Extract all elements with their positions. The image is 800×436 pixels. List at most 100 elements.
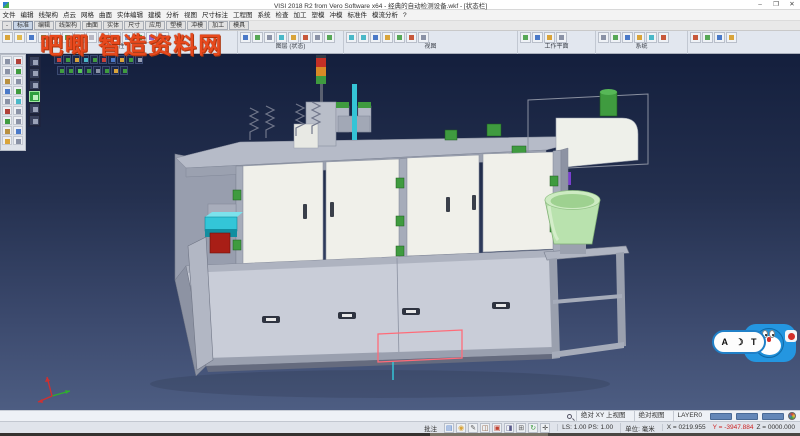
toolbar-tab[interactable]: 标准 bbox=[13, 21, 33, 30]
menu-item[interactable]: 分析 bbox=[164, 10, 182, 21]
layer-new-icon[interactable] bbox=[300, 32, 311, 43]
layer-off-icon[interactable] bbox=[264, 32, 275, 43]
refresh-icon[interactable]: ↻ bbox=[528, 423, 538, 433]
toolbar-tab[interactable]: 冲模 bbox=[187, 21, 207, 30]
view-front-icon[interactable] bbox=[370, 32, 381, 43]
paste-icon[interactable] bbox=[98, 32, 109, 43]
import-icon[interactable] bbox=[38, 32, 49, 43]
toolbar-tab[interactable]: 编辑 bbox=[34, 21, 54, 30]
ime-toolbar[interactable]: A ☽ T bbox=[712, 322, 798, 366]
menu-item[interactable]: 冲模 bbox=[327, 10, 345, 21]
workplane-align-icon[interactable] bbox=[544, 32, 555, 43]
truck-icon[interactable]: ▣ bbox=[492, 423, 502, 433]
toolbar-tab[interactable]: - bbox=[2, 21, 12, 30]
copy-icon[interactable] bbox=[86, 32, 97, 43]
coords-mode[interactable]: 绝对 XY 上视图 bbox=[576, 411, 630, 421]
menu-item[interactable]: 线架构 bbox=[36, 10, 61, 21]
flag-icon[interactable] bbox=[690, 32, 701, 43]
3d-viewport[interactable]: A ☽ T bbox=[0, 54, 800, 410]
menu-item[interactable]: 尺寸标注 bbox=[200, 10, 231, 21]
filter-icon[interactable] bbox=[158, 32, 169, 43]
workplane-new-icon[interactable] bbox=[532, 32, 543, 43]
toolbar-tab[interactable]: 塑模 bbox=[166, 21, 186, 30]
toolbar-tab[interactable]: 应用 bbox=[145, 21, 165, 30]
minimize-button[interactable]: – bbox=[752, 0, 768, 10]
layer-color-icon[interactable] bbox=[288, 32, 299, 43]
menu-item[interactable]: 实体编辑 bbox=[115, 10, 146, 21]
info-icon[interactable] bbox=[658, 32, 669, 43]
layers-icon[interactable] bbox=[134, 32, 145, 43]
export-icon[interactable] bbox=[50, 32, 61, 43]
calc-icon[interactable] bbox=[714, 32, 725, 43]
snap-icon[interactable] bbox=[610, 32, 621, 43]
shade-mode-icon[interactable] bbox=[418, 32, 429, 43]
mouse-icon[interactable]: ◉ bbox=[456, 423, 466, 433]
menu-item[interactable]: 塑模 bbox=[309, 10, 327, 21]
color-chip[interactable] bbox=[736, 413, 758, 420]
menu-item[interactable]: 加工 bbox=[291, 10, 309, 21]
menu-item[interactable]: 网格 bbox=[79, 10, 97, 21]
close-button[interactable]: ✕ bbox=[784, 0, 800, 10]
workplane-reset-icon[interactable] bbox=[556, 32, 567, 43]
menu-item[interactable]: 点云 bbox=[61, 10, 79, 21]
pencil-icon[interactable]: ✎ bbox=[468, 423, 478, 433]
view-iso-icon[interactable] bbox=[346, 32, 357, 43]
zoom-window-icon[interactable] bbox=[394, 32, 405, 43]
toolbar-tab[interactable]: 线架构 bbox=[55, 21, 81, 30]
layer-current-icon[interactable] bbox=[324, 32, 335, 43]
maximize-button[interactable]: ❐ bbox=[768, 0, 784, 10]
menu-item[interactable]: 模流分析 bbox=[370, 10, 401, 21]
attributes-icon[interactable] bbox=[634, 32, 645, 43]
menu-item[interactable]: 系统 bbox=[255, 10, 273, 21]
lower-cabinet[interactable] bbox=[175, 250, 553, 376]
cad-model-canvas[interactable] bbox=[0, 54, 800, 410]
redo-icon[interactable] bbox=[74, 32, 85, 43]
workplane-xy-icon[interactable] bbox=[520, 32, 531, 43]
settings-icon[interactable] bbox=[598, 32, 609, 43]
annotation-label[interactable]: 批注 bbox=[424, 423, 437, 433]
tools-icon[interactable] bbox=[702, 32, 713, 43]
menu-item[interactable]: ? bbox=[401, 10, 410, 21]
grid-icon[interactable] bbox=[622, 32, 633, 43]
toolbar-tab[interactable]: 尺寸 bbox=[124, 21, 144, 30]
new-file-icon[interactable] bbox=[2, 32, 13, 43]
undo-icon[interactable] bbox=[62, 32, 73, 43]
layer-list-icon[interactable] bbox=[240, 32, 251, 43]
menu-item[interactable]: 编辑 bbox=[18, 10, 36, 21]
open-file-icon[interactable] bbox=[14, 32, 25, 43]
ime-mode-letter[interactable]: A bbox=[721, 338, 728, 347]
rotate-view-icon[interactable] bbox=[406, 32, 417, 43]
magnet-icon[interactable]: ◨ bbox=[504, 423, 514, 433]
menu-item[interactable]: 曲面 bbox=[97, 10, 115, 21]
layer-freeze-icon[interactable] bbox=[276, 32, 287, 43]
ime-moon-icon[interactable]: ☽ bbox=[735, 338, 743, 347]
crosshair-icon[interactable]: ✛ bbox=[540, 423, 550, 433]
menu-item[interactable]: 标准件 bbox=[345, 10, 370, 21]
toolbar-tab[interactable]: 加工 bbox=[208, 21, 228, 30]
color-chip[interactable] bbox=[762, 413, 784, 420]
help-icon[interactable] bbox=[726, 32, 737, 43]
delete-icon[interactable] bbox=[110, 32, 121, 43]
magnifier-icon[interactable] bbox=[567, 414, 572, 419]
menu-item[interactable]: 检查 bbox=[273, 10, 291, 21]
toolbar-tab[interactable]: 模具 bbox=[229, 21, 249, 30]
menu-item[interactable]: 建模 bbox=[146, 10, 164, 21]
user-icon[interactable]: ◫ bbox=[480, 423, 490, 433]
box-icon[interactable]: ⊞ bbox=[516, 423, 526, 433]
save-icon[interactable] bbox=[26, 32, 37, 43]
mask-icon[interactable] bbox=[146, 32, 157, 43]
toolbar-tab[interactable]: 实体 bbox=[103, 21, 123, 30]
layer-lock-icon[interactable] bbox=[312, 32, 323, 43]
zoom-fit-icon[interactable] bbox=[382, 32, 393, 43]
view-mode[interactable]: 绝对视图 bbox=[634, 411, 669, 421]
color-wheel-icon[interactable] bbox=[788, 412, 796, 420]
current-layer[interactable]: LAYER0 bbox=[673, 411, 706, 421]
bowl-feeder[interactable] bbox=[544, 191, 629, 360]
layer-on-icon[interactable] bbox=[252, 32, 263, 43]
document-icon[interactable]: ▤ bbox=[444, 423, 454, 433]
menu-item[interactable]: 视图 bbox=[182, 10, 200, 21]
database-icon[interactable] bbox=[646, 32, 657, 43]
menu-item[interactable]: 文件 bbox=[0, 10, 18, 21]
toolbar-tab[interactable]: 曲面 bbox=[82, 21, 102, 30]
ime-skin-icon[interactable]: T bbox=[751, 338, 757, 347]
